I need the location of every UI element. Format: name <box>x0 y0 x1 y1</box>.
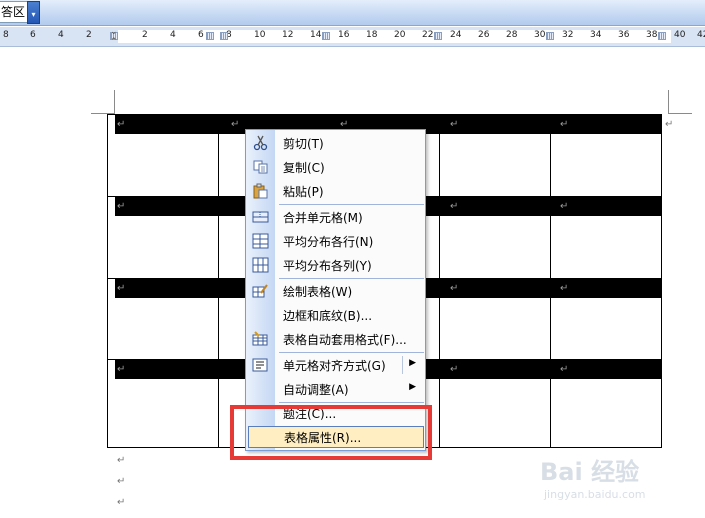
ruler-tick-label: 30 <box>534 30 546 40</box>
menu-item-borders-shading[interactable]: 边框和底纹(B)... <box>246 304 425 326</box>
style-combo-box[interactable]: 答区 <box>0 1 28 23</box>
ruler-tick-label: 2 <box>142 30 148 40</box>
ruler-tick-label: 40 <box>674 30 686 40</box>
highlight-box <box>230 405 432 460</box>
draw-table-icon <box>252 283 269 299</box>
ruler-tick-label: 4 <box>58 30 64 40</box>
ruler-tick-label: 16 <box>338 30 350 40</box>
paragraph-mark: ↵ <box>117 497 126 508</box>
ruler-tick-label: 36 <box>618 30 630 40</box>
horizontal-ruler[interactable]: 8 6 4 2 2 4 6 8 10 12 14 16 18 20 22 24 26 28 30 32 34 36 38 40… <box>0 27 705 47</box>
menu-item-copy[interactable]: 复制(C) <box>246 156 425 178</box>
menu-item-label: 自动调整(A) <box>283 383 349 397</box>
ruler-tick-label: 2 <box>86 30 92 40</box>
crop-mark-top-left-v <box>114 90 115 114</box>
paragraph-mark: ↵ <box>117 201 126 212</box>
ruler-column-marker[interactable] <box>658 32 666 40</box>
paragraph-mark: ↵ <box>665 119 674 130</box>
watermark-url: jingyan.baidu.com <box>544 488 646 501</box>
ruler-tick-label: 26 <box>478 30 490 40</box>
menu-item-cell-alignment[interactable]: 单元格对齐方式(G) ▶ <box>246 354 425 376</box>
paragraph-mark: ↵ <box>560 283 569 294</box>
paragraph-mark: ↵ <box>450 283 459 294</box>
ruler-tick-label: 42 <box>697 30 705 40</box>
menu-item-label: 边框和底纹(B)... <box>283 309 373 323</box>
paste-icon <box>252 183 269 199</box>
ruler-tick-label: 4 <box>170 30 176 40</box>
ruler-tick-label: 32 <box>562 30 574 40</box>
paragraph-mark: ↵ <box>560 201 569 212</box>
ruler-tick-label: 6 <box>30 30 36 40</box>
menu-item-draw-table[interactable]: 绘制表格(W) <box>246 280 425 302</box>
distribute-rows-icon <box>252 233 269 249</box>
ruler-tick-label: 22 <box>422 30 434 40</box>
paragraph-mark: ↵ <box>117 455 126 466</box>
paragraph-mark: ↵ <box>117 476 126 487</box>
ruler-tick-label: 18 <box>366 30 378 40</box>
menu-separator <box>279 352 424 353</box>
submenu-divider <box>402 356 403 374</box>
ruler-column-marker[interactable] <box>434 32 442 40</box>
ruler-tick-label: 6 <box>198 30 204 40</box>
toolbar: 答区 ▾ <box>0 0 705 26</box>
menu-item-label: 平均分布各列(Y) <box>283 259 372 273</box>
ruler-tick-label: 8 <box>3 30 9 40</box>
menu-item-distribute-columns[interactable]: 平均分布各列(Y) <box>246 254 425 276</box>
ruler-tick-label: 20 <box>394 30 406 40</box>
scissors-icon <box>252 135 269 151</box>
cell-alignment-icon <box>252 357 269 373</box>
context-menu: 剪切(T) 复制(C) 粘贴(P) 合并单元格(M) 平均分布各行(N) 平均分… <box>245 129 426 451</box>
paragraph-mark: ↵ <box>117 364 126 375</box>
menu-item-label: 表格自动套用格式(F)... <box>283 333 407 347</box>
paragraph-mark: ↵ <box>117 283 126 294</box>
ruler-tick-label: 14 <box>310 30 322 40</box>
paragraph-mark: ↵ <box>450 119 459 130</box>
ruler-tick-label: 34 <box>590 30 602 40</box>
ruler-column-marker[interactable] <box>220 32 228 40</box>
menu-item-merge-cells[interactable]: 合并单元格(M) <box>246 206 425 228</box>
menu-item-label: 剪切(T) <box>283 137 324 151</box>
menu-item-label: 平均分布各行(N) <box>283 235 374 249</box>
crop-mark-top-right-h <box>668 113 692 114</box>
menu-item-label: 复制(C) <box>283 161 325 175</box>
style-dropdown-button[interactable]: ▾ <box>27 1 40 24</box>
table-autoformat-icon <box>252 331 269 347</box>
ruler-column-marker[interactable] <box>206 32 214 40</box>
ruler-tick-label: 28 <box>506 30 518 40</box>
menu-item-autofit[interactable]: 自动调整(A) ▶ <box>246 378 425 400</box>
menu-item-label: 单元格对齐方式(G) <box>283 359 386 373</box>
copy-icon <box>252 159 269 175</box>
watermark-logo: Bai 经验 <box>540 458 640 486</box>
menu-item-label: 粘贴(P) <box>283 185 324 199</box>
watermark: Bai 经验 jingyan.baidu.com <box>540 452 700 512</box>
paragraph-mark: ↵ <box>560 364 569 375</box>
submenu-arrow-icon: ▶ <box>409 358 416 368</box>
paragraph-mark: ↵ <box>117 119 126 130</box>
menu-separator <box>279 204 424 205</box>
ruler-tick-label: 24 <box>450 30 462 40</box>
menu-item-label: 绘制表格(W) <box>283 285 353 299</box>
ruler-column-marker[interactable] <box>546 32 554 40</box>
left-indent-marker[interactable]: ⌃ <box>110 37 118 47</box>
paragraph-mark: ↵ <box>450 201 459 212</box>
menu-separator <box>279 278 424 279</box>
menu-item-cut[interactable]: 剪切(T) <box>246 132 425 154</box>
ruler-tick-label: 10 <box>254 30 266 40</box>
crop-mark-top-right-v <box>668 90 669 114</box>
menu-item-label: 合并单元格(M) <box>283 211 363 225</box>
first-line-indent-marker[interactable]: ⌄ <box>110 27 118 37</box>
menu-item-table-autoformat[interactable]: 表格自动套用格式(F)... <box>246 328 425 350</box>
paragraph-mark: ↵ <box>231 119 240 130</box>
ruler-tick-label: 38 <box>646 30 658 40</box>
distribute-columns-icon <box>252 257 269 273</box>
ruler-tick-label: 12 <box>282 30 294 40</box>
chevron-down-icon: ▾ <box>31 10 36 19</box>
ruler-column-marker[interactable] <box>322 32 330 40</box>
merge-cells-icon <box>252 209 269 225</box>
paragraph-mark: ↵ <box>450 364 459 375</box>
submenu-arrow-icon: ▶ <box>409 382 416 392</box>
paragraph-mark: ↵ <box>560 119 569 130</box>
menu-item-distribute-rows[interactable]: 平均分布各行(N) <box>246 230 425 252</box>
menu-item-paste[interactable]: 粘贴(P) <box>246 180 425 202</box>
